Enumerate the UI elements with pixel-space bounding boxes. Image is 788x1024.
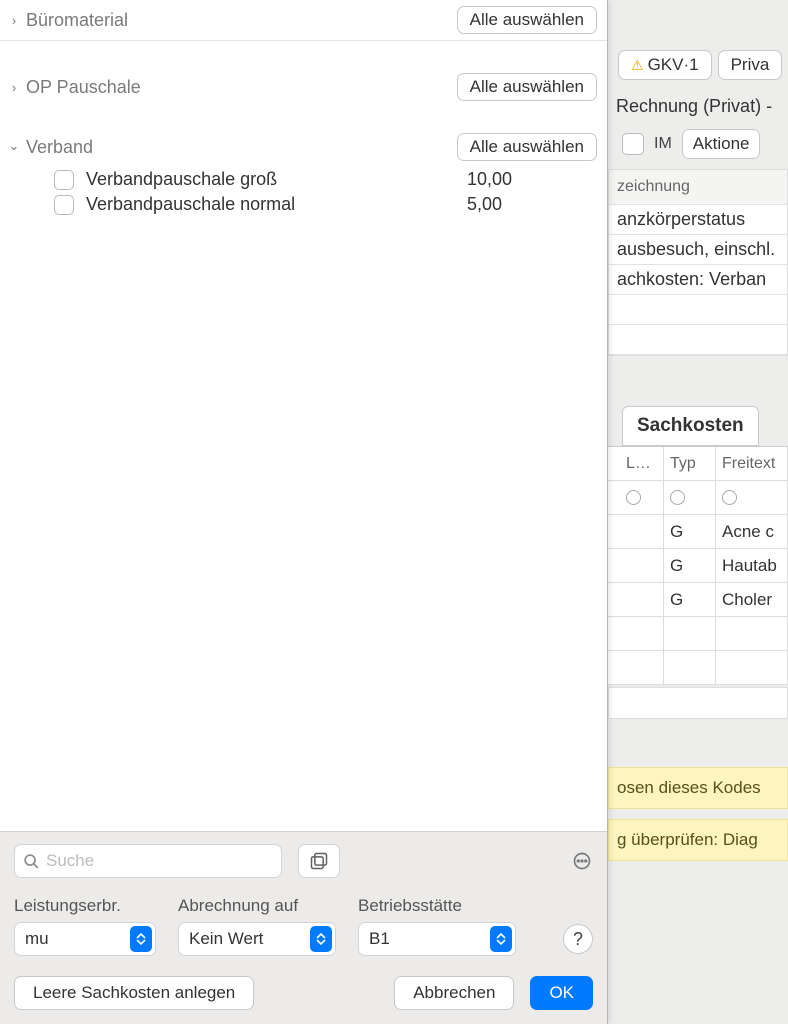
- chevron-right-icon: ›: [6, 13, 22, 28]
- search-input[interactable]: [46, 851, 273, 871]
- leistungserbr-label: Leistungserbr.: [14, 896, 156, 916]
- leistungserbr-select[interactable]: mu: [14, 922, 156, 956]
- search-icon: [23, 853, 40, 870]
- table-cell-freitext: Hautab: [716, 549, 788, 583]
- category-bueromaterial[interactable]: › Büromaterial Alle auswählen: [0, 0, 607, 41]
- list-item[interactable]: Verbandpauschale normal 5,00: [0, 192, 607, 217]
- im-checkbox[interactable]: [622, 133, 644, 155]
- ellipsis-icon: [572, 851, 592, 871]
- betriebs-label: Betriebsstätte: [358, 896, 516, 916]
- col-typ-header: Typ: [664, 447, 716, 481]
- tab-privat-label: Priva: [731, 55, 770, 75]
- leere-sachkosten-button[interactable]: Leere Sachkosten anlegen: [14, 976, 254, 1010]
- bg-row: anzkörperstatus: [609, 205, 787, 235]
- warning-banner: osen dieses Kodes: [608, 767, 788, 809]
- category-label: OP Pauschale: [26, 77, 457, 98]
- category-label: Büromaterial: [26, 10, 457, 31]
- bg-row-blank: [609, 295, 787, 325]
- select-arrows-icon: [310, 926, 332, 952]
- col-freitext-header: Freitext: [716, 447, 788, 481]
- betriebs-select[interactable]: B1: [358, 922, 516, 956]
- abrechnung-select[interactable]: Kein Wert: [178, 922, 336, 956]
- item-label: Verbandpauschale groß: [86, 169, 467, 190]
- help-button[interactable]: ?: [563, 924, 593, 954]
- chevron-down-icon: ⌄: [6, 138, 22, 154]
- table-cell-typ: G: [664, 583, 716, 617]
- filter-radio[interactable]: [670, 490, 685, 505]
- bg-row: achkosten: Verban: [609, 265, 787, 295]
- search-field[interactable]: [14, 844, 282, 878]
- background-window: ⚠︎ GKV·1 Priva Rechnung (Privat) - IM Ak…: [608, 0, 788, 1024]
- select-all-button[interactable]: Alle auswählen: [457, 133, 597, 161]
- bg-title: Rechnung (Privat) -: [608, 90, 788, 127]
- sachkosten-dialog: › Büromaterial Alle auswählen › OP Pausc…: [0, 0, 608, 1024]
- bg-row: ausbesuch, einschl.: [609, 235, 787, 265]
- tab-privat[interactable]: Priva: [718, 50, 783, 80]
- select-all-button[interactable]: Alle auswählen: [457, 73, 597, 101]
- category-op-pauschale[interactable]: › OP Pauschale Alle auswählen: [0, 67, 607, 107]
- select-arrows-icon: [130, 926, 152, 952]
- item-checkbox[interactable]: [54, 170, 74, 190]
- category-label: Verband: [26, 137, 457, 158]
- list-item[interactable]: Verbandpauschale groß 10,00: [0, 167, 607, 192]
- abbrechen-button[interactable]: Abbrechen: [394, 976, 514, 1010]
- select-value: Kein Wert: [189, 929, 263, 949]
- item-checkbox[interactable]: [54, 195, 74, 215]
- warning-banner: g überprüfen: Diag: [608, 819, 788, 861]
- select-value: B1: [369, 929, 390, 949]
- boards-button[interactable]: [298, 844, 340, 878]
- warning-icon: ⚠︎: [631, 57, 644, 74]
- dialog-footer: Leistungserbr. mu Abrechnung auf Kein We…: [0, 831, 607, 1024]
- category-verband[interactable]: ⌄ Verband Alle auswählen: [0, 127, 607, 167]
- item-label: Verbandpauschale normal: [86, 194, 467, 215]
- bg-table: L… Typ Freitext G Acne c G Hautab G Chol…: [608, 446, 788, 685]
- select-value: mu: [25, 929, 49, 949]
- filter-radio[interactable]: [722, 490, 737, 505]
- more-button[interactable]: [571, 850, 593, 872]
- table-cell-typ: G: [664, 549, 716, 583]
- stack-icon: [309, 851, 329, 871]
- bg-input-line[interactable]: [608, 687, 788, 719]
- select-arrows-icon: [490, 926, 512, 952]
- chevron-right-icon: ›: [6, 80, 22, 95]
- tab-gkv-label: GKV·1: [648, 55, 699, 75]
- im-label: IM: [654, 135, 672, 153]
- table-cell-freitext: Acne c: [716, 515, 788, 549]
- tab-sachkosten[interactable]: Sachkosten: [622, 406, 759, 446]
- col-l-header: L…: [620, 447, 664, 481]
- aktionen-button[interactable]: Aktione: [682, 129, 761, 159]
- select-all-button[interactable]: Alle auswählen: [457, 6, 597, 34]
- tab-gkv[interactable]: ⚠︎ GKV·1: [618, 50, 712, 80]
- item-price: 10,00: [467, 169, 597, 190]
- filter-radio[interactable]: [626, 490, 641, 505]
- table-cell-typ: G: [664, 515, 716, 549]
- bg-row-blank: [609, 325, 787, 355]
- bg-col-header: zeichnung: [609, 170, 787, 205]
- abrechnung-label: Abrechnung auf: [178, 896, 336, 916]
- table-cell-freitext: Choler: [716, 583, 788, 617]
- item-price: 5,00: [467, 194, 597, 215]
- ok-button[interactable]: OK: [530, 976, 593, 1010]
